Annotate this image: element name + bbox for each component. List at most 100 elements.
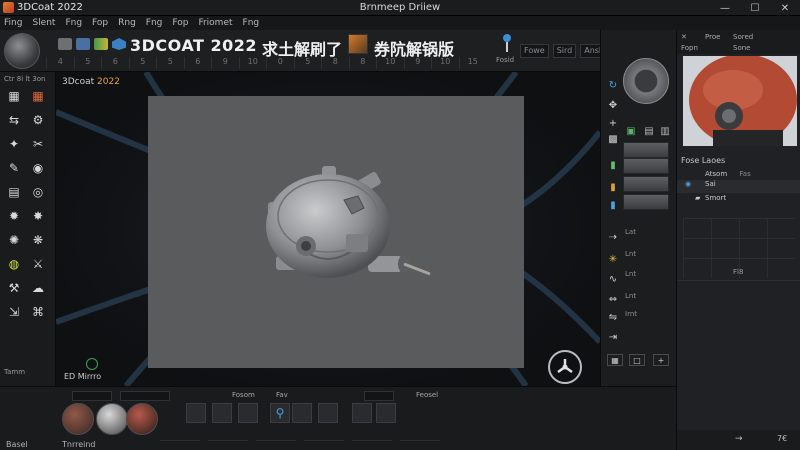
star-tool-icon[interactable]: ✳	[605, 252, 621, 266]
hammer-tool-icon[interactable]: ⚒	[4, 280, 24, 296]
folder-icon[interactable]: ▰	[695, 194, 700, 202]
grid-tool-icon[interactable]: ▦	[4, 88, 24, 104]
square-view-icon[interactable]: □	[629, 354, 645, 366]
add-icon[interactable]: +	[653, 354, 669, 366]
layer-orange-icon[interactable]: ▮	[605, 180, 621, 194]
move-tool-icon[interactable]: ⇆	[4, 112, 24, 128]
menu-item[interactable]: Slent	[32, 18, 55, 28]
tree-tool-icon[interactable]: ⌘	[28, 304, 48, 320]
maximize-icon[interactable]: ☐	[740, 0, 770, 16]
brush-sphere-button[interactable]	[4, 33, 40, 69]
navigation-wheel[interactable]	[623, 58, 669, 104]
brush-tool-icon[interactable]: ✎	[4, 160, 24, 176]
brush-thumbnail[interactable]	[292, 403, 312, 423]
menu-item[interactable]: Fing	[4, 18, 22, 28]
clay-tool-icon[interactable]: ◎	[28, 184, 48, 200]
spike-tool-icon[interactable]: ✺	[4, 232, 24, 248]
brush-thumbnail[interactable]	[318, 403, 338, 423]
fill-tool-icon[interactable]: ▤	[4, 184, 24, 200]
stroke-slot[interactable]	[208, 431, 248, 441]
brush-thumbnail[interactable]	[352, 403, 372, 423]
flip-tool-icon[interactable]: ⇋	[605, 310, 621, 324]
tab-fopn[interactable]: Fopn	[681, 44, 698, 52]
stroke-slot[interactable]	[352, 431, 392, 441]
arrow-icon[interactable]: →	[735, 434, 743, 444]
smooth-tool-icon[interactable]: ◉	[28, 160, 48, 176]
color-icon[interactable]	[94, 38, 108, 50]
snake-tool-icon[interactable]: ❋	[28, 232, 48, 248]
close-icon[interactable]: ✕	[770, 0, 800, 16]
tab-sored[interactable]: Sored	[733, 33, 753, 41]
material-sphere[interactable]	[62, 403, 94, 435]
layer-green-icon[interactable]: ▮	[605, 158, 621, 172]
material-slot[interactable]	[623, 176, 669, 192]
material-slot[interactable]	[623, 142, 669, 158]
settings-icon[interactable]: 7€	[777, 434, 787, 443]
menu-item[interactable]: Fng	[243, 18, 260, 28]
stretch-tool-icon[interactable]: ⇔	[605, 292, 621, 306]
material-preview[interactable]	[683, 56, 797, 146]
menu-item[interactable]: Fop	[172, 18, 188, 28]
menu-item[interactable]: Fng	[146, 18, 163, 28]
curve-tool-icon[interactable]: ∿	[605, 272, 621, 286]
menu-item[interactable]: Friomet	[198, 18, 232, 28]
cloth-tool-icon[interactable]: ☁	[28, 280, 48, 296]
material-icon[interactable]: ▣	[623, 124, 639, 138]
bottom-field[interactable]	[120, 391, 170, 401]
eye-icon[interactable]: ◉	[685, 180, 691, 188]
brush-thumbnail[interactable]	[212, 403, 232, 423]
knife-tool-icon[interactable]: ⚔	[28, 256, 48, 272]
brush-thumbnail[interactable]	[376, 403, 396, 423]
brush-thumbnail[interactable]	[238, 403, 258, 423]
layer-row[interactable]: ◉ Sai	[677, 180, 800, 193]
brush-pin-icon[interactable]: ⚲	[270, 403, 290, 423]
menu-item[interactable]: Fng	[65, 18, 82, 28]
material-sphere-selected[interactable]	[96, 403, 128, 435]
flatten-tool-icon[interactable]: ✹	[4, 208, 24, 224]
character-pin-icon[interactable]	[500, 32, 514, 54]
material-slot[interactable]	[623, 194, 669, 210]
symmetry-field[interactable]: Sird	[552, 44, 577, 58]
stencil-icon[interactable]: ▥	[657, 124, 673, 138]
stroke-slot[interactable]	[400, 431, 440, 441]
cut-tool-icon[interactable]: ✂	[28, 136, 48, 152]
grid-view-icon[interactable]: ▦	[607, 354, 623, 366]
paint-icon[interactable]: ▩	[605, 132, 621, 146]
material-slot[interactable]	[623, 158, 669, 174]
stroke-mode-icon[interactable]	[58, 38, 72, 50]
stroke-slot[interactable]	[160, 431, 200, 441]
layer-blue-icon[interactable]: ▮	[605, 198, 621, 212]
plus-icon[interactable]: +	[605, 116, 621, 130]
3d-viewport[interactable]: 3Dcoat 2022 ED Mirrro	[56, 72, 600, 386]
close-icon[interactable]: ✕	[681, 33, 687, 41]
material-sphere[interactable]	[126, 403, 158, 435]
menu-item[interactable]: Fop	[92, 18, 108, 28]
depth-icon[interactable]	[76, 38, 90, 50]
minimize-icon[interactable]: —	[710, 0, 740, 16]
tab-preview[interactable]: Proe	[705, 33, 720, 41]
brush-size-ruler[interactable]: 4 5 6 5 5 6 9 10 0 5 8 8 10 9 10 15	[46, 57, 486, 69]
select-tool-icon[interactable]: ◍	[4, 256, 24, 272]
stroke-slot[interactable]	[256, 431, 296, 441]
brush-thumbnail[interactable]	[186, 403, 206, 423]
pan-view-icon[interactable]: ✥	[605, 98, 621, 112]
transform-tool-icon[interactable]: ⇲	[4, 304, 24, 320]
tab-sone[interactable]: Sone	[733, 44, 750, 52]
axis-gizmo-icon[interactable]	[86, 358, 98, 370]
arrows-icon[interactable]: ⇢	[605, 230, 621, 244]
layer-row[interactable]: ▰ Smort	[677, 194, 800, 207]
extrude-tool-icon[interactable]: ⇥	[605, 330, 621, 344]
rotate-view-icon[interactable]: ↻	[605, 78, 621, 92]
bottom-field[interactable]	[364, 391, 394, 401]
navigation-cube-icon[interactable]	[548, 350, 582, 384]
gear-tool-icon[interactable]: ⚙	[28, 112, 48, 128]
stroke-slot[interactable]	[304, 431, 344, 441]
preset-field[interactable]: Fowe	[520, 44, 549, 58]
render-area[interactable]	[148, 96, 524, 368]
pose-tool-icon[interactable]: ✦	[4, 136, 24, 152]
mask-icon[interactable]: ▤	[641, 124, 657, 138]
pinch-tool-icon[interactable]: ✸	[28, 208, 48, 224]
menu-item[interactable]: Rng	[118, 18, 136, 28]
bottom-field[interactable]	[72, 391, 112, 401]
layers-tool-icon[interactable]: ▦	[28, 88, 48, 104]
